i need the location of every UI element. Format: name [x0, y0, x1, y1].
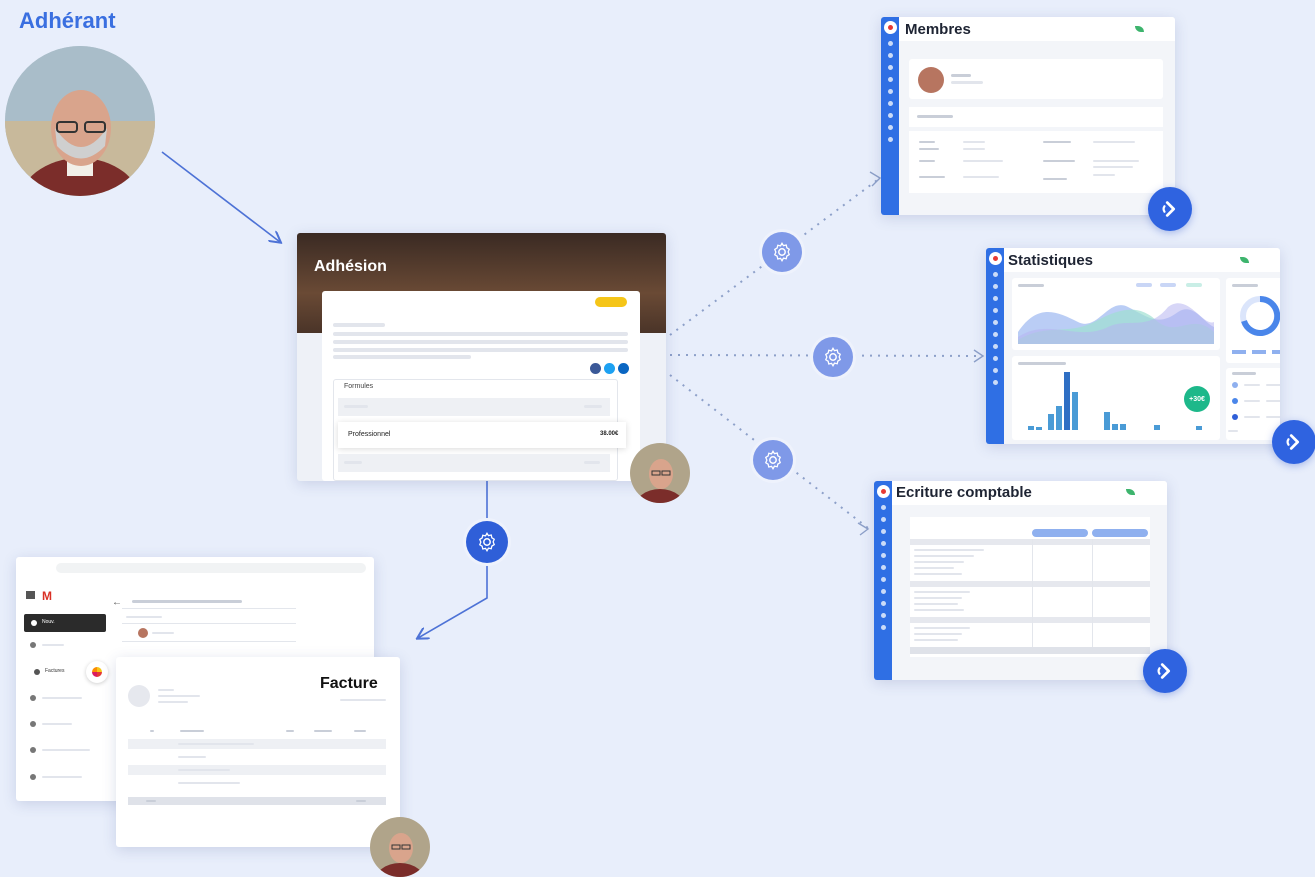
selected-option-label: Professionnel [348, 431, 391, 438]
kpi-badge: +30€ [1184, 386, 1210, 412]
member-avatar [918, 67, 944, 93]
facebook-icon[interactable] [590, 363, 601, 374]
member-profile [909, 59, 1163, 99]
formule-option-selected[interactable]: Professionnel 38.00€ [338, 422, 626, 448]
refresh-logo-icon [1272, 420, 1315, 464]
company-logo [128, 685, 150, 707]
membres-card: Membres [881, 17, 1175, 215]
automation-gear-ecriture[interactable] [753, 440, 793, 480]
invoice-header-row [128, 727, 386, 735]
facture-title: Facture [320, 675, 378, 692]
invoice-total-row [128, 797, 386, 805]
facture-avatar [370, 817, 430, 877]
gear-icon [478, 532, 496, 552]
arrow-adherent-to-adhesion [161, 151, 280, 242]
facture-document: Facture [116, 657, 400, 847]
statistiques-card: Statistiques +30€ [986, 248, 1280, 444]
gear-icon [773, 242, 791, 262]
refresh-logo-icon [1143, 649, 1187, 693]
gear-icon [824, 347, 842, 367]
sidebar [986, 248, 1004, 444]
adherent-avatar [5, 46, 155, 196]
automation-gear-facture[interactable] [466, 521, 508, 563]
membres-title: Membres [905, 21, 971, 38]
formule-option-3[interactable] [338, 454, 610, 472]
menu-icon[interactable] [26, 591, 35, 599]
formules-box: Formules Professionnel 38.00€ [333, 379, 626, 481]
ecriture-card: Ecriture comptable [874, 481, 1167, 680]
formule-option-1[interactable] [338, 398, 610, 416]
adhesion-form: Formules Professionnel 38.00€ [322, 291, 640, 481]
status-badge [595, 297, 627, 307]
refresh-logo-icon [1148, 187, 1192, 231]
area-chart [1012, 278, 1220, 350]
selected-option-price: 38.00€ [600, 431, 619, 437]
adherent-title: Adhérant [19, 8, 116, 33]
stats-list [1226, 368, 1280, 440]
gmail-logo-icon: M [42, 589, 52, 603]
factures-label: Factures [45, 668, 65, 674]
gear-icon [764, 450, 782, 470]
back-arrow-icon[interactable]: ← [112, 597, 122, 608]
linkedin-icon[interactable] [618, 363, 629, 374]
ledger-table [910, 517, 1150, 657]
automation-gear-membres[interactable] [762, 232, 802, 272]
adhesion-avatar [630, 443, 690, 503]
statistiques-title: Statistiques [1008, 252, 1094, 269]
adhesion-title: Adhésion [314, 258, 387, 275]
ecriture-title: Ecriture comptable [896, 484, 1032, 501]
sidebar [874, 481, 892, 680]
donut-chart [1226, 278, 1280, 363]
attachment-badge-icon [86, 661, 108, 683]
adhesion-card: Adhésion Formules Professionnel 38.00€ [297, 233, 666, 481]
formules-label: Formules [344, 383, 374, 390]
automation-gear-statistiques[interactable] [813, 337, 853, 377]
member-details [909, 131, 1163, 193]
twitter-icon[interactable] [604, 363, 615, 374]
compose-item[interactable]: Nouv. [24, 614, 106, 632]
bar-chart: +30€ [1012, 356, 1220, 440]
search-bar[interactable] [56, 563, 366, 573]
sidebar [881, 17, 899, 215]
